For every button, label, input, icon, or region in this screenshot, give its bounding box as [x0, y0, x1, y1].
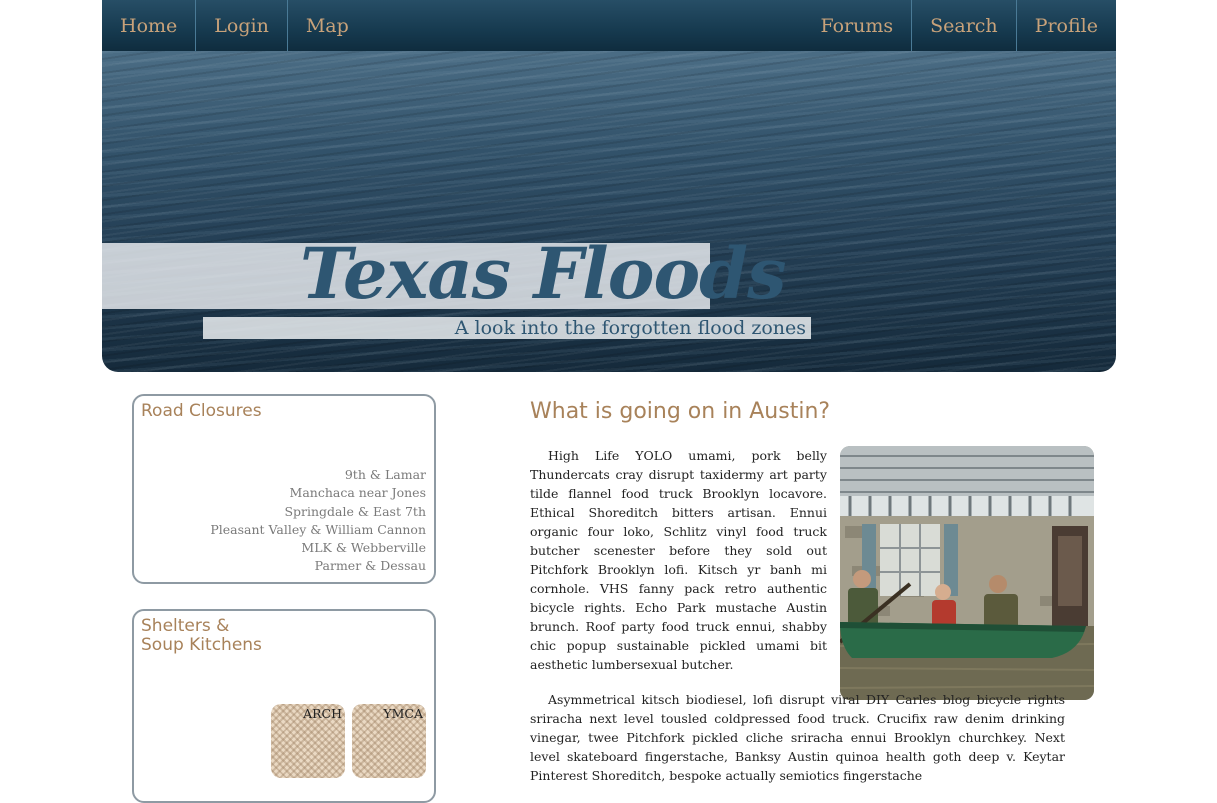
article-paragraph-2: Asymmetrical kitsch biodiesel, lofi disr…	[530, 692, 1065, 783]
shelter-tile-ymca[interactable]: YMCA	[352, 704, 426, 778]
shelter-tile-label: ARCH	[303, 706, 342, 721]
nav-home-link[interactable]: Home	[102, 0, 197, 51]
nav-map-link[interactable]: Map	[288, 0, 367, 51]
article-paragraph-1: High Life YOLO umami, pork belly Thunder…	[530, 448, 827, 672]
shelters-title-line2: Soup Kitchens	[141, 635, 262, 655]
nav-forums-link[interactable]: Forums	[802, 0, 911, 51]
nav-right-group: Forums Search Profile	[802, 0, 1116, 51]
site-subtitle: A look into the forgotten flood zones	[454, 317, 806, 339]
site-title: Texas Floods	[300, 232, 787, 315]
shelters-title-line1: Shelters &	[141, 616, 230, 636]
nav-profile-link[interactable]: Profile	[1015, 0, 1116, 51]
road-closure-item[interactable]: Parmer & Dessau	[210, 557, 426, 575]
nav-left-group: Home Login Map	[102, 0, 367, 51]
top-navigation: Home Login Map Forums Search Profile	[102, 0, 1116, 51]
hero-banner-water-image: Texas Floods A look into the forgotten f…	[102, 51, 1116, 372]
road-closure-item[interactable]: Pleasant Valley & William Cannon	[210, 521, 426, 539]
shelters-panel: Shelters & Soup Kitchens ARCH YMCA	[132, 609, 436, 803]
article-heading: What is going on in Austin?	[530, 399, 831, 424]
shelters-title: Shelters & Soup Kitchens	[141, 617, 262, 655]
road-closure-item[interactable]: Manchaca near Jones	[210, 484, 426, 502]
road-closures-panel: Road Closures 9th & Lamar Manchaca near …	[132, 394, 436, 584]
flood-photo-illustration	[840, 446, 1094, 700]
road-closure-item[interactable]: Springdale & East 7th	[210, 503, 426, 521]
nav-login-link[interactable]: Login	[196, 0, 288, 51]
road-closures-title: Road Closures	[141, 401, 262, 421]
shelter-tile-arch[interactable]: ARCH	[271, 704, 345, 778]
nav-search-link[interactable]: Search	[911, 0, 1016, 51]
shelter-tile-label: YMCA	[383, 706, 423, 721]
flood-canoe-photo	[840, 446, 1094, 700]
road-closure-item[interactable]: 9th & Lamar	[210, 466, 426, 484]
road-closures-list: 9th & Lamar Manchaca near Jones Springda…	[210, 466, 426, 576]
road-closure-item[interactable]: MLK & Webberville	[210, 539, 426, 557]
